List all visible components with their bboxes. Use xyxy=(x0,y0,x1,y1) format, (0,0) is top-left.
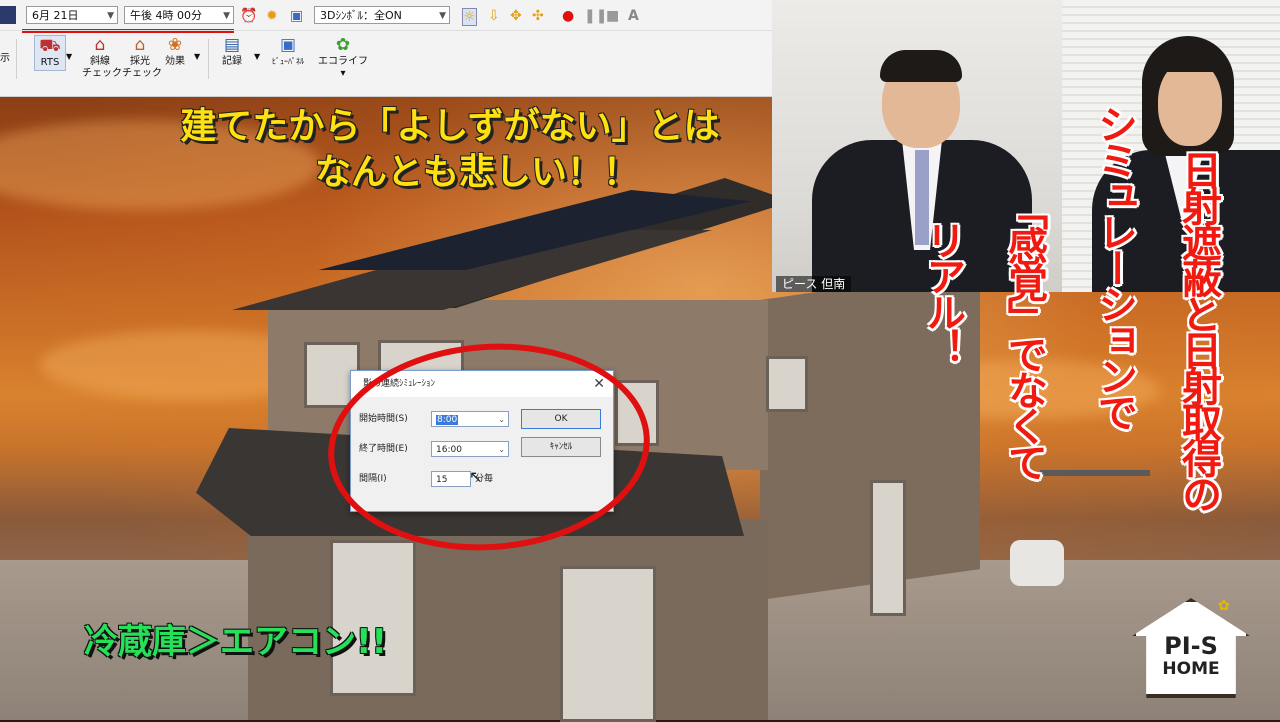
stop-icon[interactable]: ■ xyxy=(606,8,619,24)
rts-button[interactable]: ⛟ RTS xyxy=(34,35,66,71)
view-panel-button[interactable]: ▣ ﾋﾞｭｰﾊﾟﾈﾙ xyxy=(266,35,310,68)
effect-button[interactable]: ❀ 効果 xyxy=(160,35,190,68)
slope-check-icon: ⌂ xyxy=(94,35,106,55)
app-toolbar: 6月 21日 ▼ 午後 4時 00分 ▼ ⏰ ✹ ▣ 3Dｼﾝﾎﾞﾙ：全ON ▼… xyxy=(0,0,773,97)
alarm-clock-icon[interactable]: ⏰ xyxy=(240,8,257,24)
slope-check-button[interactable]: ⌂ 斜線 チェック xyxy=(82,35,122,80)
face xyxy=(1158,60,1222,146)
eco-life-button[interactable]: ✿ エコライフ▾ xyxy=(318,35,368,80)
date-select-value: 6月 21日 xyxy=(32,9,79,22)
car xyxy=(1010,540,1064,586)
daylight-check-button[interactable]: ⌂ 採光 チェック xyxy=(122,35,162,80)
vertical-caption-col-1: 日射遮蔽と日射取得の xyxy=(1175,150,1221,510)
app-edge-icon xyxy=(0,6,16,24)
move-icon[interactable]: ✥ xyxy=(510,8,522,24)
hair xyxy=(880,50,962,82)
rotate-icon[interactable]: ✣ xyxy=(532,8,544,24)
pi-s-home-logo: PI-S HOME ✿ xyxy=(1126,590,1256,702)
headline-line-1: 建てたから「よしずがない」とは xyxy=(180,106,720,147)
toolbar-ribbon-row: 示 ⛟ RTS ▼ ⌂ 斜線 チェック ⌂ 採光 チェック ❀ 効果 ▼ ▤ 記… xyxy=(0,30,772,93)
slope-check-label: 斜線 チェック xyxy=(82,56,122,79)
logo-text-line-2: HOME xyxy=(1162,659,1220,679)
toolbar-separator xyxy=(208,39,209,79)
logo-text-line-1: PI-S xyxy=(1164,632,1218,660)
stamp-icon[interactable]: ▣ xyxy=(290,8,303,24)
chevron-down-icon: ▼ xyxy=(439,11,446,21)
daylight-check-icon: ⌂ xyxy=(134,35,146,55)
chevron-down-icon: ▼ xyxy=(107,11,114,21)
rts-icon: ⛟ xyxy=(39,36,61,56)
date-select[interactable]: 6月 21日 ▼ xyxy=(26,6,118,24)
chevron-down-icon[interactable]: ▼ xyxy=(254,51,260,63)
green-caption: 冷蔵庫＞エアコン!! xyxy=(84,622,388,662)
3d-symbol-select-value: 3Dｼﾝﾎﾞﾙ：全ON xyxy=(320,9,402,22)
webcam-nameplate: ピース 但南 xyxy=(776,276,852,292)
headline-caption: 建てたから「よしずがない」とは なんとも悲しい！！ xyxy=(0,104,900,196)
vertical-caption-col-3: 「感覚」でなくて xyxy=(1001,190,1047,478)
eco-life-icon: ✿ xyxy=(335,35,351,55)
effect-icon: ❀ xyxy=(167,35,183,55)
chevron-down-icon: ▼ xyxy=(223,11,230,21)
vertical-caption-col-2: シミュレーションで xyxy=(1091,104,1137,428)
rts-label: RTS xyxy=(40,57,60,68)
pause-icon[interactable]: ❚❚ xyxy=(584,8,607,24)
house-window xyxy=(766,356,808,412)
toolbar-separator xyxy=(16,39,17,79)
record-start-icon[interactable]: ● xyxy=(562,8,574,24)
bangs xyxy=(1152,42,1228,72)
chevron-down-icon[interactable]: ▼ xyxy=(194,51,200,63)
vertical-caption-col-4: リアル！ xyxy=(919,220,965,364)
toolbar-top-row: 6月 21日 ▼ 午後 4時 00分 ▼ ⏰ ✹ ▣ 3Dｼﾝﾎﾞﾙ：全ON ▼… xyxy=(0,4,772,26)
view-panel-label: ﾋﾞｭｰﾊﾟﾈﾙ xyxy=(272,57,304,66)
daylight-check-label: 採光 チェック xyxy=(122,56,162,79)
3d-symbol-select[interactable]: 3Dｼﾝﾎﾞﾙ：全ON ▼ xyxy=(314,6,450,24)
view-panel-icon: ▣ xyxy=(279,35,297,55)
house-window xyxy=(870,480,906,616)
house-patio-window xyxy=(560,566,656,722)
display-partial-label[interactable]: 示 xyxy=(0,53,10,65)
eco-life-label: エコライフ▾ xyxy=(318,56,368,79)
effect-label: 効果 xyxy=(165,56,185,67)
chevron-down-icon[interactable]: ▼ xyxy=(66,51,72,63)
arrow-down-icon[interactable]: ⇩ xyxy=(488,8,500,24)
text-tool-icon[interactable]: A xyxy=(628,8,639,24)
bee-icon: ✿ xyxy=(1218,598,1230,614)
sun-move-icon[interactable]: ☼ xyxy=(462,8,477,26)
headline-line-2: なんとも悲しい！！ xyxy=(314,152,639,193)
record-icon: ▤ xyxy=(223,35,241,55)
record-button[interactable]: ▤ 記録 xyxy=(216,35,248,68)
time-select-value: 午後 4時 00分 xyxy=(130,9,202,22)
time-select[interactable]: 午後 4時 00分 ▼ xyxy=(124,6,234,24)
record-label: 記録 xyxy=(222,56,242,67)
sun-icon[interactable]: ✹ xyxy=(266,8,278,24)
